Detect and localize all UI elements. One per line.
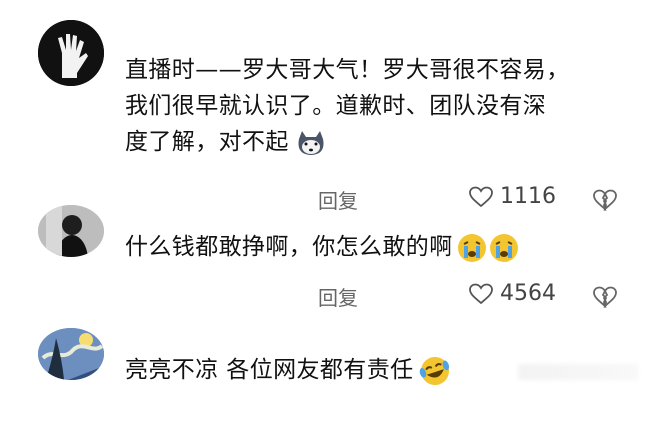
- reply-button[interactable]: 回复: [318, 185, 358, 214]
- like-count: 1116: [500, 184, 556, 209]
- heart-icon: [469, 186, 493, 207]
- like-button[interactable]: 4564: [468, 281, 556, 306]
- blurred-watermark: [518, 364, 638, 380]
- comment-line: 度了解，对不起: [125, 124, 570, 160]
- avatar[interactable]: [38, 20, 104, 86]
- comment-text: 直播时——罗大哥大气！罗大哥很不容易， 我们很早就认识了。道歉时、团队没有深 度…: [125, 52, 570, 160]
- dislike-button[interactable]: [592, 283, 618, 308]
- broken-heart-icon: [593, 189, 617, 211]
- comment-text: 什么钱都敢挣啊，你怎么敢的啊: [125, 229, 521, 265]
- comment-line: 我们很早就认识了。道歉时、团队没有深: [125, 93, 547, 119]
- heart-icon: [469, 283, 493, 304]
- crying-emoji-icon: [457, 229, 521, 265]
- comment-line-text: 度了解，对不起: [125, 129, 289, 155]
- starry-night-icon: [38, 328, 104, 380]
- comment-text: 亮亮不凉 各位网友都有责任: [125, 352, 452, 388]
- comment-line: 亮亮不凉 各位网友都有责任: [125, 357, 414, 383]
- husky-emoji-icon: [295, 124, 327, 160]
- dislike-button[interactable]: [592, 186, 618, 211]
- broken-heart-icon: [593, 286, 617, 308]
- avatar[interactable]: [38, 328, 104, 380]
- avatar[interactable]: [38, 205, 104, 257]
- laughing-tears-emoji-icon: [418, 352, 452, 388]
- reply-button[interactable]: 回复: [318, 282, 358, 311]
- hand-icon: [38, 20, 104, 86]
- like-count: 4564: [500, 281, 556, 306]
- like-button[interactable]: 1116: [468, 184, 556, 209]
- comment-line: 直播时——罗大哥大气！罗大哥很不容易，: [125, 57, 570, 83]
- person-photo-icon: [38, 205, 104, 257]
- comment-line: 什么钱都敢挣啊，你怎么敢的啊: [125, 234, 453, 260]
